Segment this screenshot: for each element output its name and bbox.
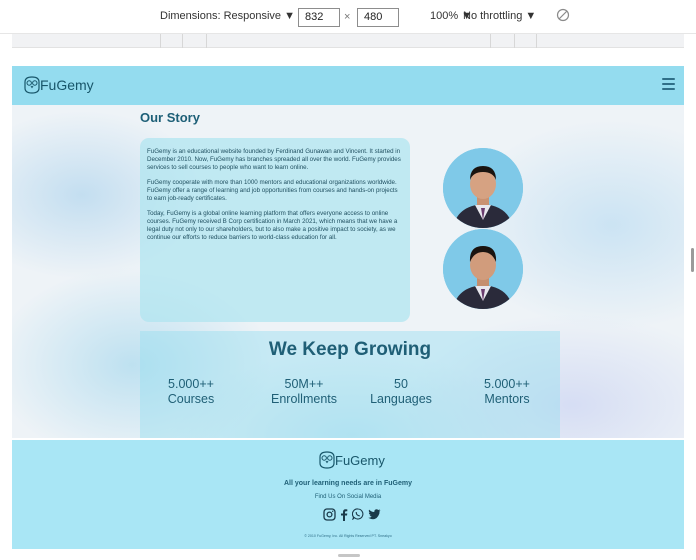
stat-value: 50 [394,377,408,391]
stat-languages: 50 Languages [351,377,451,407]
viewport-width-input[interactable]: 832 [298,8,340,27]
throttling-dropdown[interactable]: No throttling ▼ [463,10,536,22]
stat-value: 50M++ [284,377,324,391]
owl-logo-icon [24,76,40,94]
devtools-toolbar: Dimensions: Responsive ▼ 832 × 480 100% … [0,0,696,34]
footer: FuGemy All your learning needs are in Fu… [12,440,684,549]
rotate-icon[interactable] [556,8,570,22]
resize-handle-right[interactable] [691,248,694,272]
stat-mentors: 5.000++ Mentors [457,377,557,407]
story-heading: Our Story [140,110,200,125]
navbar-logo-text: FuGemy [40,77,94,93]
founder-photo-2 [443,229,523,309]
footer-tagline: All your learning needs are in FuGemy [284,480,412,487]
stat-courses: 5.000++ Courses [141,377,241,407]
footer-copyright: © 2010 FuGemy, Inc. All Rights Reserved … [304,534,392,538]
stat-label: Enrollments [271,392,337,406]
growing-heading: We Keep Growing [268,339,432,360]
story-paragraph-2: FuGemy cooperate with more than 1000 men… [147,179,398,202]
twitter-icon[interactable] [368,508,381,520]
instagram-icon[interactable] [323,507,336,521]
viewport-height-input[interactable]: 480 [357,8,399,27]
navbar-logo[interactable]: FuGemy [22,74,94,96]
stat-label: Languages [370,392,432,406]
stat-enrollments: 50M++ Enrollments [254,377,354,407]
story-paragraph-3: Today, FuGemy is a global online learnin… [147,210,398,241]
stat-label: Mentors [484,392,530,406]
page-viewport: FuGemy Our Story FuGemy is an educationa… [12,66,684,549]
media-query-ruler[interactable] [12,34,684,48]
viewport-gutter-right[interactable] [684,48,696,560]
footer-social-label: Find Us On Social Media [314,494,382,500]
viewport-gutter-left [0,48,12,560]
founder-photo-1 [443,148,523,228]
dimensions-dropdown[interactable]: Dimensions: Responsive ▼ [160,10,295,22]
navbar: FuGemy [12,66,684,105]
hamburger-menu-icon[interactable] [662,78,675,90]
social-links [323,507,381,521]
footer-logo[interactable]: FuGemy [317,450,385,470]
whatsapp-icon[interactable] [352,508,364,520]
stat-label: Courses [167,392,215,406]
stat-value: 5.000++ [484,377,530,391]
dimensions-separator: × [344,11,351,23]
resize-handle-bottom[interactable] [338,554,360,557]
story-card: FuGemy is an educational website founded… [140,138,410,322]
facebook-icon[interactable] [340,508,348,521]
footer-logo-text: FuGemy [335,452,385,468]
owl-logo-icon [319,451,335,469]
story-paragraph-1: FuGemy is an educational website founded… [147,148,401,171]
stat-value: 5.000++ [168,377,214,391]
